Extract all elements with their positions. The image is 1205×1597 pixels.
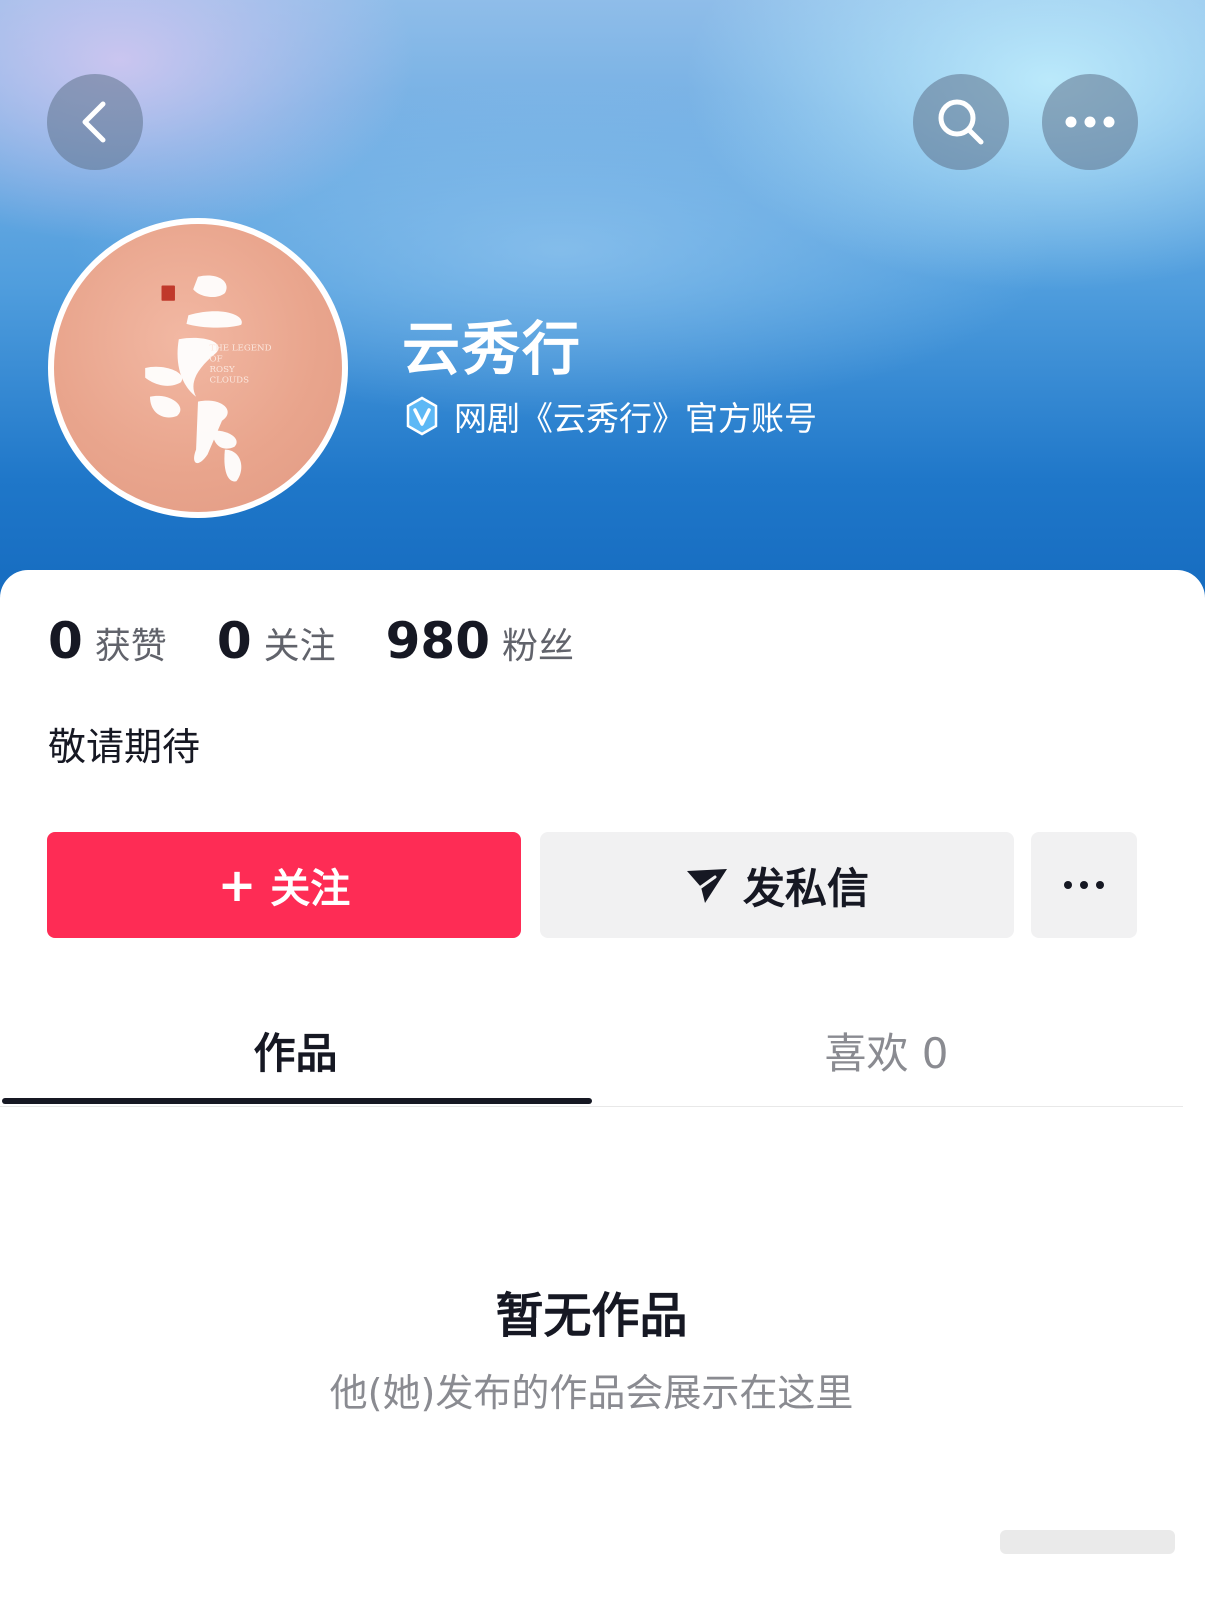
stat-following[interactable]: 0 关注 <box>217 612 336 670</box>
send-message-label: 发私信 <box>742 863 869 913</box>
stat-followers-label: 粉丝 <box>502 626 575 667</box>
stat-likes-label: 获赞 <box>94 626 167 667</box>
empty-state-subtitle: 他(她)发布的作品会展示在这里 <box>329 1371 854 1415</box>
search-icon <box>938 99 984 145</box>
avatar-english-line: CLOUDS <box>210 375 250 385</box>
tab-likes[interactable]: 喜欢 0 <box>591 1000 1182 1100</box>
verified-v-icon <box>406 396 438 436</box>
profile-bio: 敬请期待 <box>48 725 201 769</box>
stat-followers-value: 980 <box>385 612 490 670</box>
watermark-image <box>1000 1530 1175 1554</box>
avatar-english-line: OF <box>210 354 223 364</box>
stat-likes[interactable]: 0 获赞 <box>48 612 167 670</box>
active-tab-indicator <box>2 1098 592 1104</box>
more-horizontal-icon <box>1065 116 1115 128</box>
avatar-english-line: THE LEGEND <box>210 344 272 354</box>
back-button[interactable] <box>47 74 143 170</box>
stat-followers[interactable]: 980 粉丝 <box>386 612 574 670</box>
chevron-left-icon <box>82 101 106 143</box>
stat-following-label: 关注 <box>263 626 336 667</box>
stat-likes-value: 0 <box>48 612 83 670</box>
stat-following-value: 0 <box>216 612 252 670</box>
tab-works[interactable]: 作品 <box>0 1000 591 1100</box>
follow-button[interactable]: + 关注 <box>47 832 521 938</box>
search-button[interactable] <box>913 74 1009 170</box>
content-tabs: 作品 喜欢 0 <box>0 1000 1183 1107</box>
send-message-button[interactable]: 发私信 <box>540 832 1014 938</box>
avatar[interactable]: THE LEGEND OF ROSY CLOUDS <box>48 218 348 518</box>
follow-button-label: 关注 <box>270 866 351 912</box>
plus-icon: + <box>217 858 257 912</box>
stats-row: 0 获赞 0 关注 980 粉丝 <box>48 612 624 670</box>
verification-text: 网剧《云秀行》官方账号 <box>454 399 817 438</box>
profile-name: 云秀行 <box>402 315 583 383</box>
more-actions-button[interactable] <box>1031 832 1137 938</box>
empty-state-title: 暂无作品 <box>495 1288 688 1344</box>
send-icon <box>686 869 727 903</box>
verification-badge: 网剧《云秀行》官方账号 <box>402 392 817 440</box>
avatar-logo-image: THE LEGEND OF ROSY CLOUDS <box>145 275 272 482</box>
avatar-english-line: ROSY <box>210 365 235 375</box>
more-options-button[interactable] <box>1042 74 1138 170</box>
more-horizontal-icon <box>1064 881 1104 889</box>
